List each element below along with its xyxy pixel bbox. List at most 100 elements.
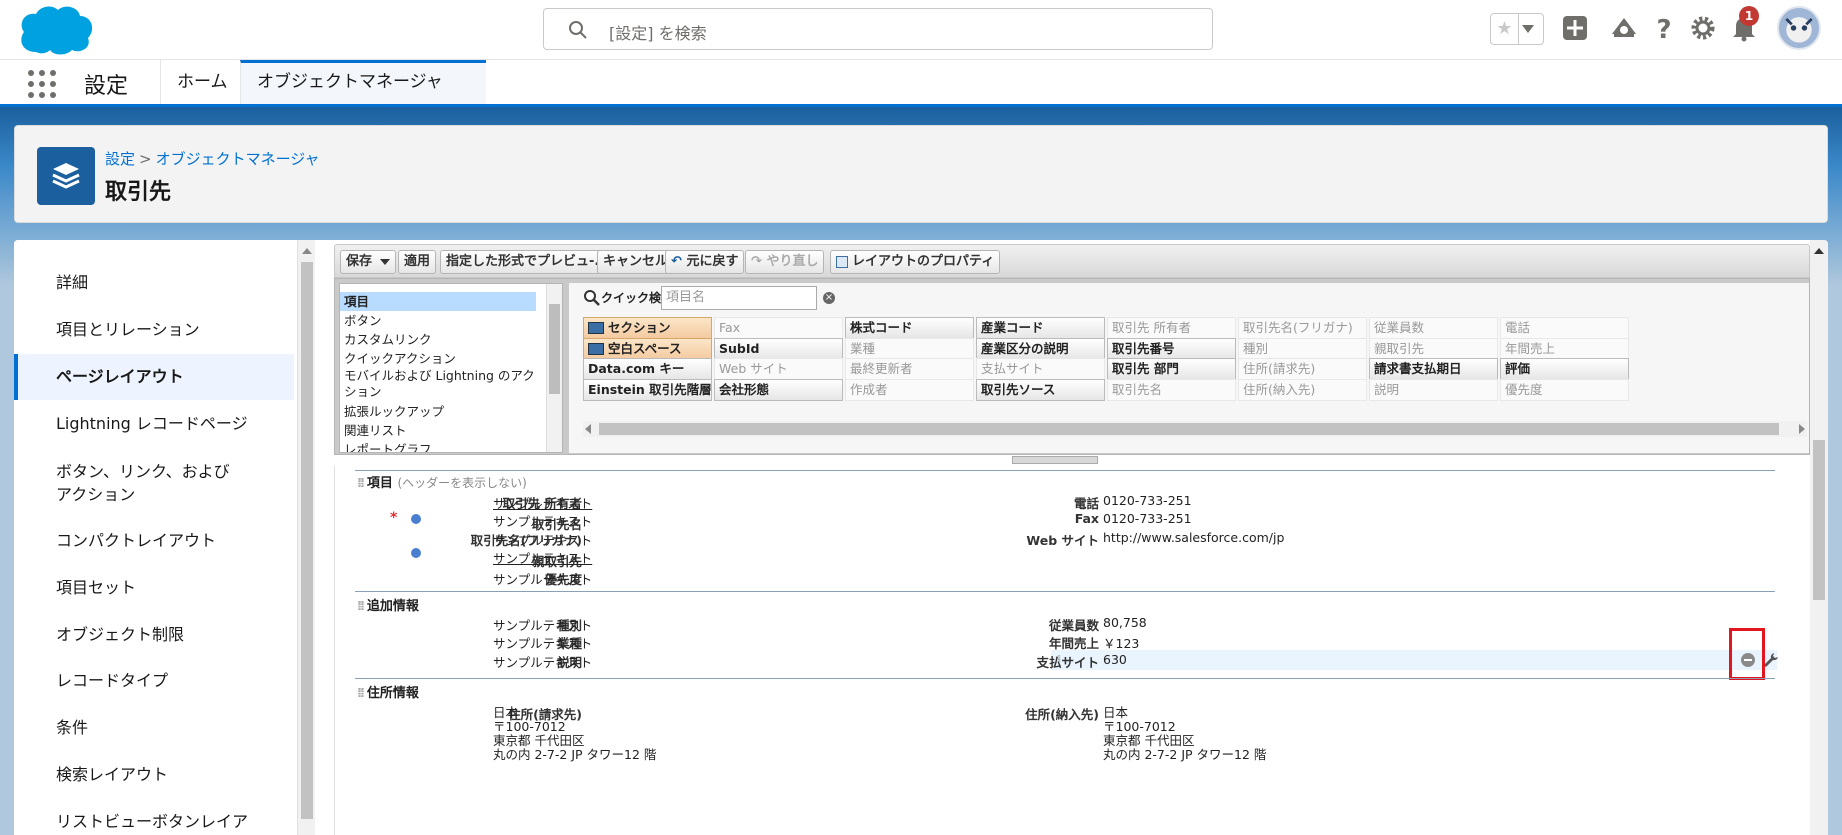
clear-icon[interactable]: × <box>823 292 835 304</box>
section-header-address-info[interactable]: ⁞⁞ 住所情報 <box>357 682 419 701</box>
sidebar-item-buttons-links-actions[interactable]: ボタン、リンク、およびアクション <box>14 460 264 506</box>
palette-field-item[interactable]: Web サイト <box>714 358 843 380</box>
palette-list-scrollbar[interactable] <box>546 284 562 452</box>
salesforce-logo[interactable] <box>16 4 96 56</box>
palette-field-item[interactable]: 親取引先 <box>1369 337 1498 360</box>
trailhead-icon[interactable] <box>1610 14 1638 42</box>
gear-icon[interactable] <box>1689 14 1717 42</box>
palette-field-item[interactable]: 電話 <box>1500 317 1629 339</box>
palette-field-item[interactable]: 種別 <box>1238 337 1367 360</box>
palette-field-item[interactable]: 評価 <box>1500 358 1629 380</box>
field-value[interactable]: 80,758 <box>1103 615 1147 630</box>
undo-button[interactable]: ↶ 元に戻す <box>665 250 745 274</box>
field-value[interactable]: サンプルテキスト <box>493 633 592 652</box>
palette-field-item[interactable]: 従業員数 <box>1369 317 1498 339</box>
wrench-icon[interactable] <box>1763 652 1779 668</box>
palette-field-item[interactable]: 優先度 <box>1500 378 1629 401</box>
palette-field-item[interactable]: 会社形態 <box>714 378 843 401</box>
palette-field-item[interactable]: 産業コード <box>976 317 1105 339</box>
save-dropdown-icon[interactable] <box>380 258 391 265</box>
palette-field-item[interactable]: Data.com キー <box>583 358 712 380</box>
palette-field-item[interactable]: セクション <box>583 317 712 339</box>
sidebar-item-fields[interactable]: 項目とリレーション <box>14 307 294 353</box>
sidebar-item-page-layouts[interactable]: ページレイアウト <box>14 354 294 400</box>
field-value[interactable]: サンプルテキスト <box>493 615 592 634</box>
palette-field-item[interactable]: 空白スペース <box>583 337 712 360</box>
field-value[interactable]: サンプルテキスト <box>493 530 592 549</box>
palette-field-item[interactable]: 業種 <box>845 337 974 360</box>
category-report-charts[interactable]: レポートグラフ <box>340 440 562 452</box>
section-header-additional-info[interactable]: ⁞⁞ 追加情報 <box>357 595 419 614</box>
field-value[interactable]: サンプルテキスト <box>493 548 592 567</box>
help-icon[interactable]: ? <box>1650 14 1678 42</box>
sidebar-item-record-types[interactable]: レコードタイプ <box>14 658 294 704</box>
sidebar-item-details[interactable]: 詳細 <box>14 260 294 306</box>
palette-field-item[interactable]: 年間売上 <box>1500 337 1629 360</box>
palette-resize-handle[interactable] <box>1012 456 1098 464</box>
breadcrumb-setup-link[interactable]: 設定 <box>105 150 135 168</box>
category-custom-links[interactable]: カスタムリンク <box>340 330 562 349</box>
apply-button[interactable]: 適用 <box>398 250 437 274</box>
palette-field-item[interactable]: 取引先名 <box>1107 378 1236 401</box>
field-value[interactable]: サンプルテキスト <box>493 569 592 588</box>
drag-handle-icon[interactable]: ⁞⁞ <box>357 476 365 491</box>
field-value[interactable]: http://www.salesforce.com/jp <box>1103 530 1284 545</box>
palette-field-item[interactable]: 作成者 <box>845 378 974 401</box>
star-icon[interactable]: ★ <box>1491 14 1519 44</box>
category-buttons[interactable]: ボタン <box>340 311 562 330</box>
field-value[interactable]: サンプルテキスト <box>493 511 592 530</box>
palette-field-item[interactable]: 住所(納入先) <box>1238 378 1367 401</box>
palette-field-item[interactable]: 説明 <box>1369 378 1498 401</box>
field-value[interactable]: 0120-733-251 <box>1103 511 1192 526</box>
palette-field-item[interactable]: 取引先 所有者 <box>1107 317 1236 339</box>
palette-category-list[interactable]: 項目 ボタン カスタムリンク クイックアクション モバイルおよび Lightni… <box>339 283 563 453</box>
palette-field-item[interactable]: 請求書支払期日 <box>1369 358 1498 380</box>
category-mobile-actions[interactable]: モバイルおよび Lightning のアクション <box>340 368 536 402</box>
palette-horizontal-scrollbar[interactable] <box>583 421 1807 437</box>
drag-handle-icon[interactable]: ⁞⁞ <box>357 686 365 701</box>
palette-field-item[interactable]: 取引先名(フリガナ) <box>1238 317 1367 339</box>
category-quick-actions[interactable]: クイックアクション <box>340 349 562 368</box>
palette-field-item[interactable]: 最終更新者 <box>845 358 974 380</box>
cancel-button[interactable]: キャンセル <box>597 250 675 274</box>
sidebar-item-conditions[interactable]: 条件 <box>14 705 294 751</box>
redo-button[interactable]: ↷ やり直し <box>745 250 825 274</box>
add-icon[interactable] <box>1561 14 1589 42</box>
sidebar-item-lightning-pages[interactable]: Lightning レコードページ <box>14 401 294 447</box>
tab-home[interactable]: ホーム <box>160 60 244 104</box>
sidebar-item-compact-layouts[interactable]: コンパクトレイアウト <box>14 518 294 564</box>
favorites-dropdown-icon[interactable] <box>1522 25 1534 33</box>
palette-field-item[interactable]: Fax <box>714 317 843 339</box>
category-related-lists[interactable]: 関連リスト <box>340 421 562 440</box>
search-input[interactable]: [設定] を検索 <box>543 8 1213 50</box>
billing-address-value[interactable]: 日本 〒100-7012 東京都 千代田区 丸の内 2-7-2 JP タワー12… <box>493 706 656 762</box>
section-header-fields[interactable]: ⁞⁞ 項目 (ヘッダーを表示しない) <box>357 472 527 491</box>
editor-vertical-scrollbar[interactable] <box>1810 240 1828 835</box>
field-value[interactable]: 0120-733-251 <box>1103 493 1192 508</box>
sidebar-item-list-view-button-layout[interactable]: リストビューボタンレイア <box>14 799 294 835</box>
drag-handle-icon[interactable]: ⁞⁞ <box>357 599 365 614</box>
palette-field-item[interactable]: 支払サイト <box>976 358 1105 380</box>
palette-field-item[interactable]: 取引先ソース <box>976 378 1105 401</box>
highlighted-field-row[interactable] <box>1051 650 1777 670</box>
palette-field-item[interactable]: 取引先番号 <box>1107 337 1236 360</box>
tab-object-manager[interactable]: オブジェクトマネージャ <box>240 60 486 124</box>
field-value[interactable]: 630 <box>1103 652 1127 667</box>
save-button[interactable]: 保存 <box>340 250 397 274</box>
field-value[interactable]: サンプルテキスト <box>493 493 592 512</box>
category-fields[interactable]: 項目 <box>340 292 536 311</box>
palette-field-item[interactable]: 産業区分の説明 <box>976 337 1105 360</box>
breadcrumb-object-manager-link[interactable]: オブジェクトマネージャ <box>156 150 320 168</box>
app-launcher-icon[interactable] <box>28 70 56 98</box>
palette-field-item[interactable]: 株式コード <box>845 317 974 339</box>
favorites-button[interactable]: ★ <box>1490 13 1544 45</box>
quick-find-input[interactable]: 項目名 <box>661 286 817 310</box>
palette-field-item[interactable]: 取引先 部門 <box>1107 358 1236 380</box>
sidebar-item-field-sets[interactable]: 項目セット <box>14 565 294 611</box>
sidebar-item-object-limits[interactable]: オブジェクト制限 <box>14 612 294 658</box>
sidebar-scrollbar[interactable] <box>297 240 315 835</box>
palette-field-item[interactable]: Einstein 取引先階層 <box>583 378 712 401</box>
layout-properties-button[interactable]: レイアウトのプロパティ <box>830 250 1001 274</box>
field-value[interactable]: サンプルテキスト <box>493 652 592 671</box>
category-expanded-lookups[interactable]: 拡張ルックアップ <box>340 402 562 421</box>
